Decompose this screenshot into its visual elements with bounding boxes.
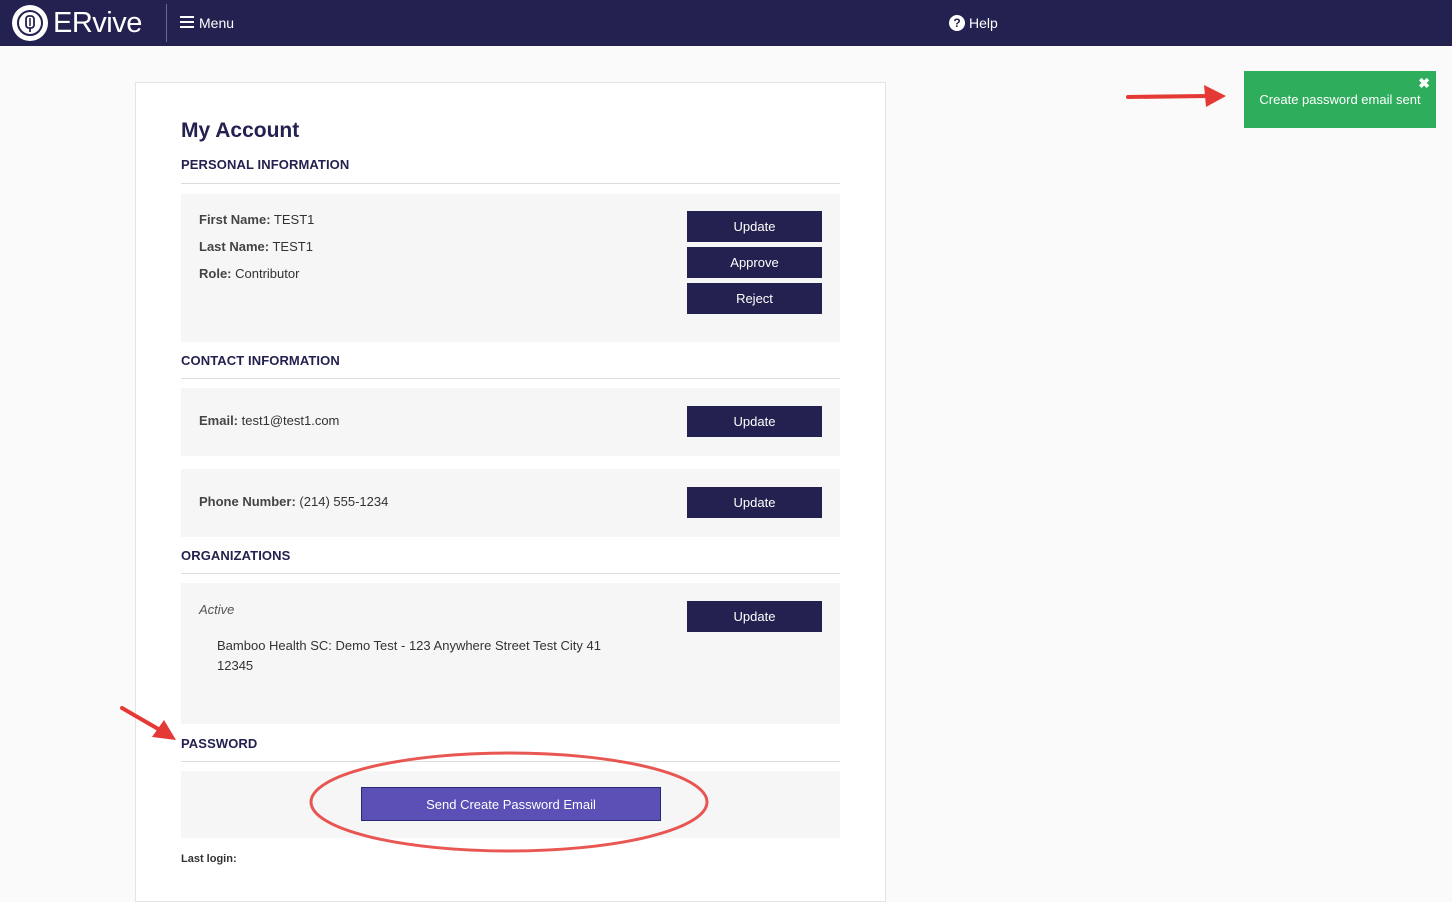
hamburger-icon xyxy=(180,15,194,31)
role-label: Role: xyxy=(199,266,232,281)
organizations-heading: ORGANIZATIONS xyxy=(181,548,291,563)
phone-field: Phone Number: (214) 555-1234 xyxy=(199,494,388,509)
toast-message: Create password email sent xyxy=(1259,92,1421,107)
role-field: Role: Contributor xyxy=(199,266,299,281)
org-zip-line: 12345 xyxy=(217,658,254,673)
last-name-field: Last Name: TEST1 xyxy=(199,239,313,254)
first-name-field: First Name: TEST1 xyxy=(199,212,314,227)
password-heading: PASSWORD xyxy=(181,736,258,751)
contact-info-heading: CONTACT INFORMATION xyxy=(181,353,340,368)
menu-button[interactable]: Menu xyxy=(180,12,234,34)
org-status: Active xyxy=(199,602,235,617)
first-name-label: First Name: xyxy=(199,212,271,227)
password-card: Send Create Password Email xyxy=(181,771,840,838)
help-button[interactable]: ? Help xyxy=(949,12,998,34)
personal-info-heading: PERSONAL INFORMATION xyxy=(181,157,350,172)
approve-button[interactable]: Approve xyxy=(687,247,822,278)
email-value: test1@test1.com xyxy=(241,413,340,428)
organizations-card: Active Bamboo Health SC: Demo Test - 123… xyxy=(181,583,840,724)
org-address-line: Bamboo Health SC: Demo Test - 123 Anywhe… xyxy=(217,638,601,653)
last-login-label: Last login: xyxy=(181,853,237,865)
phone-card: Phone Number: (214) 555-1234 Update xyxy=(181,469,840,537)
nav-divider xyxy=(166,4,167,42)
account-panel: My Account PERSONAL INFORMATION First Na… xyxy=(135,82,886,902)
menu-label: Menu xyxy=(199,15,235,31)
email-field: Email: test1@test1.com xyxy=(199,413,339,428)
last-name-value: TEST1 xyxy=(272,239,313,254)
last-name-label: Last Name: xyxy=(199,239,270,254)
close-icon[interactable]: ✖ xyxy=(1418,75,1430,92)
question-circle-icon: ? xyxy=(949,15,965,31)
email-card: Email: test1@test1.com Update xyxy=(181,388,840,456)
phone-label: Phone Number: xyxy=(199,494,296,509)
section-divider xyxy=(181,378,840,379)
update-personal-button[interactable]: Update xyxy=(687,211,822,242)
personal-info-card: First Name: TEST1 Last Name: TEST1 Role:… xyxy=(181,194,840,342)
top-nav-bar: ERvive Menu ? Help xyxy=(0,0,1452,46)
brand-name: ERvive xyxy=(53,7,142,39)
brand-logo[interactable]: ERvive xyxy=(12,5,142,41)
role-value: Contributor xyxy=(235,266,300,281)
help-label: Help xyxy=(969,15,998,31)
update-email-button[interactable]: Update xyxy=(687,406,822,437)
red-arrow-icon xyxy=(1126,85,1226,107)
brand-logo-icon xyxy=(12,5,48,41)
success-toast: ✖ Create password email sent xyxy=(1244,71,1436,128)
update-organizations-button[interactable]: Update xyxy=(687,601,822,632)
section-divider xyxy=(181,183,840,184)
phone-value: (214) 555-1234 xyxy=(299,494,389,509)
first-name-value: TEST1 xyxy=(273,212,315,227)
update-phone-button[interactable]: Update xyxy=(687,487,822,518)
page-title: My Account xyxy=(181,119,300,142)
email-label: Email: xyxy=(199,413,239,428)
section-divider xyxy=(181,573,840,574)
section-divider xyxy=(181,761,840,762)
reject-button[interactable]: Reject xyxy=(687,283,822,314)
send-create-password-email-button[interactable]: Send Create Password Email xyxy=(361,787,661,821)
